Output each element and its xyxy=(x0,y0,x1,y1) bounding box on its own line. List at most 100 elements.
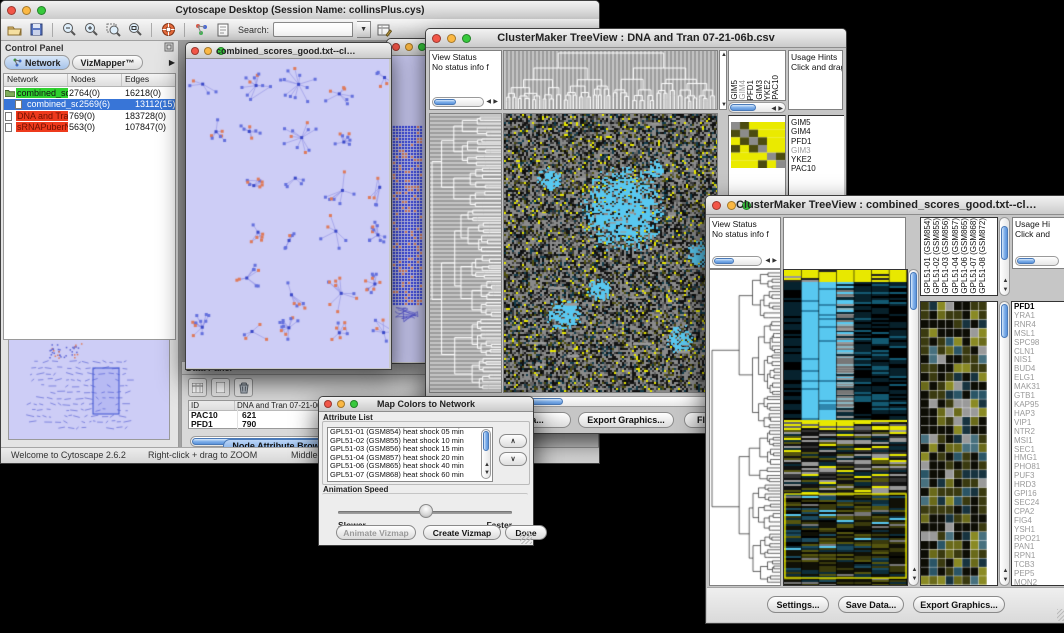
tv1-column-label[interactable]: GIM3 xyxy=(756,80,763,100)
zoom-fit-icon[interactable] xyxy=(126,21,144,39)
scroll-thumb[interactable] xyxy=(1001,304,1008,338)
tv2-gene-vscrollbar[interactable]: ▲ ▼ xyxy=(999,301,1010,586)
zoom-out-icon[interactable] xyxy=(60,21,78,39)
tv2-global-vscrollbar[interactable]: ▲ ▼ xyxy=(908,269,919,586)
dense-network-canvas[interactable] xyxy=(387,56,426,362)
gene-label[interactable]: PFD1 xyxy=(789,137,844,146)
tv2-hints-scrollbar[interactable] xyxy=(1015,256,1059,266)
attribute-list-scrollbar[interactable]: ▲ ▼ xyxy=(481,429,491,479)
tv2-settings-button[interactable]: Settings... xyxy=(767,596,829,613)
gene-label[interactable]: GIM4 xyxy=(789,127,844,136)
treeview2-titlebar[interactable]: ClusterMaker TreeView : combined_scores_… xyxy=(706,196,1064,215)
create-vizmap-button[interactable]: Create Vizmap xyxy=(423,525,501,540)
tv2-column-label[interactable]: GPL51-08 (GSM872) xyxy=(979,218,986,294)
scroll-left-arrow[interactable]: ◀ xyxy=(771,106,776,112)
move-down-button[interactable]: ∨ xyxy=(499,452,527,466)
background-window-titlebar[interactable] xyxy=(387,39,428,56)
col-nodes[interactable]: Nodes xyxy=(68,74,122,86)
background-network-window[interactable] xyxy=(386,38,429,364)
tv2-labels-vscrollbar[interactable]: ▲ ▼ xyxy=(999,217,1010,296)
network-table-row[interactable]: sRNAPuberNov2+563(0)107847(0) xyxy=(4,122,175,134)
minimize-button[interactable] xyxy=(405,43,413,51)
tv1-export-graphics-button[interactable]: Export Graphics... xyxy=(578,412,674,428)
scroll-thumb[interactable] xyxy=(910,272,917,310)
minimize-button[interactable] xyxy=(447,34,456,43)
animate-vizmap-button[interactable]: Animate Vizmap xyxy=(336,525,416,540)
tv1-mini-vscrollbar[interactable]: ▲▼ xyxy=(719,50,727,110)
scroll-up-arrow[interactable]: ▲ xyxy=(1003,568,1009,574)
tab-network[interactable]: Network xyxy=(4,55,70,70)
tab-overflow-arrow[interactable]: ▶ xyxy=(169,58,175,67)
scroll-up-arrow[interactable]: ▲ xyxy=(1003,278,1009,284)
tv2-global-heatmap[interactable] xyxy=(783,269,908,586)
close-button[interactable] xyxy=(392,43,400,51)
tv2-save-data-button[interactable]: Save Data... xyxy=(838,596,904,613)
tv1-heatmap[interactable] xyxy=(503,113,718,393)
search-dropdown-arrow[interactable]: ▼ xyxy=(357,21,371,38)
close-button[interactable] xyxy=(712,201,721,210)
gene-label[interactable]: PAC10 xyxy=(789,164,844,173)
tv1-column-label[interactable]: GIM5 xyxy=(731,80,738,100)
tv2-column-label[interactable]: GPL51-02 (GSM855) xyxy=(933,218,940,294)
tv1-status-scrollbar[interactable] xyxy=(432,97,484,107)
scroll-thumb[interactable] xyxy=(714,258,734,264)
resize-grip[interactable] xyxy=(1057,609,1064,621)
tv1-labels-hscrollbar[interactable]: ◀ ▶ xyxy=(728,102,786,113)
gene-label[interactable]: GIM5 xyxy=(789,118,844,127)
gene-label[interactable]: MON2 xyxy=(1012,579,1064,586)
tab-vizmapper[interactable]: VizMapper™ xyxy=(72,55,144,70)
help-lifering-icon[interactable] xyxy=(159,21,177,39)
zoom-selected-icon[interactable] xyxy=(104,21,122,39)
minimize-button[interactable] xyxy=(727,201,736,210)
tv2-zoom-heatmap-panel[interactable] xyxy=(920,301,998,586)
tv2-gene-list[interactable]: PFD1YRA1RNR4MSL1SPC98CLN1NIS1BUD4ELG1MAK… xyxy=(1011,301,1064,586)
minimize-button[interactable] xyxy=(22,6,31,15)
tv2-column-label[interactable]: GPL51-03 (GSM856) xyxy=(942,218,949,294)
scroll-down-arrow[interactable]: ▼ xyxy=(484,470,490,476)
attribute-listbox[interactable]: GPL51-01 (GSM854) heat shock 05 minGPL51… xyxy=(327,427,493,482)
global-heatmap-canvas[interactable] xyxy=(784,270,907,585)
search-input[interactable] xyxy=(273,22,353,37)
vizmap-icon[interactable] xyxy=(192,21,210,39)
tv2-export-graphics-button[interactable]: Export Graphics... xyxy=(913,596,1005,613)
col-id[interactable]: ID xyxy=(189,401,235,410)
table-edit-icon[interactable] xyxy=(375,21,393,39)
scroll-right-arrow[interactable]: ▶ xyxy=(493,99,498,105)
tv2-column-label[interactable]: GPL51-04 (GSM857) xyxy=(952,218,959,294)
scroll-down-arrow[interactable]: ▼ xyxy=(912,576,918,582)
network-graph-canvas[interactable] xyxy=(186,59,389,368)
network-table-row[interactable]: combined_scores_2764(0)16218(0) xyxy=(4,87,175,99)
scroll-up-arrow[interactable]: ▲ xyxy=(484,462,490,468)
tv2-column-label[interactable]: GPL51-07 (GSM868) xyxy=(970,218,977,294)
float-panel-icon[interactable] xyxy=(164,42,174,54)
network-window-titlebar[interactable]: combined_scores_good.txt--cluste... xyxy=(186,43,391,59)
scroll-right-arrow[interactable]: ▶ xyxy=(772,258,777,264)
col-edges[interactable]: Edges xyxy=(122,74,175,86)
network-overview-canvas[interactable] xyxy=(9,340,167,437)
annotation-icon[interactable] xyxy=(214,21,232,39)
scroll-thumb[interactable] xyxy=(730,104,756,111)
new-attribute-icon[interactable] xyxy=(211,378,230,397)
scroll-left-arrow[interactable]: ◀ xyxy=(486,99,491,105)
scroll-thumb[interactable] xyxy=(483,431,489,451)
gene-label[interactable]: GIM3 xyxy=(789,146,844,155)
select-attributes-icon[interactable] xyxy=(188,378,207,397)
network-table-header[interactable]: Network Nodes Edges xyxy=(4,74,175,87)
scroll-left-arrow[interactable]: ◀ xyxy=(765,258,770,264)
treeview1-titlebar[interactable]: ClusterMaker TreeView : DNA and Tran 07-… xyxy=(426,29,846,48)
row-dendrogram-canvas[interactable] xyxy=(710,270,780,585)
gene-label[interactable]: YKE2 xyxy=(789,155,844,164)
tv2-column-label[interactable]: GPL51-06 (GSM865) xyxy=(961,218,968,294)
tv1-column-label[interactable]: PFD1 xyxy=(747,80,754,100)
open-file-icon[interactable] xyxy=(5,21,23,39)
correlation-matrix-canvas[interactable] xyxy=(731,122,785,168)
move-up-button[interactable]: ∧ xyxy=(499,434,527,448)
column-dendrogram-canvas[interactable] xyxy=(504,51,717,109)
attribute-list-item[interactable]: GPL51-07 (GSM868) heat shock 60 min xyxy=(328,471,492,480)
scroll-thumb[interactable] xyxy=(1001,226,1008,260)
scroll-up-arrow[interactable]: ▲ xyxy=(912,567,918,573)
scroll-down-arrow[interactable]: ▼ xyxy=(1003,287,1009,293)
resize-grip[interactable] xyxy=(520,532,532,544)
close-button[interactable] xyxy=(191,47,199,55)
close-button[interactable] xyxy=(432,34,441,43)
